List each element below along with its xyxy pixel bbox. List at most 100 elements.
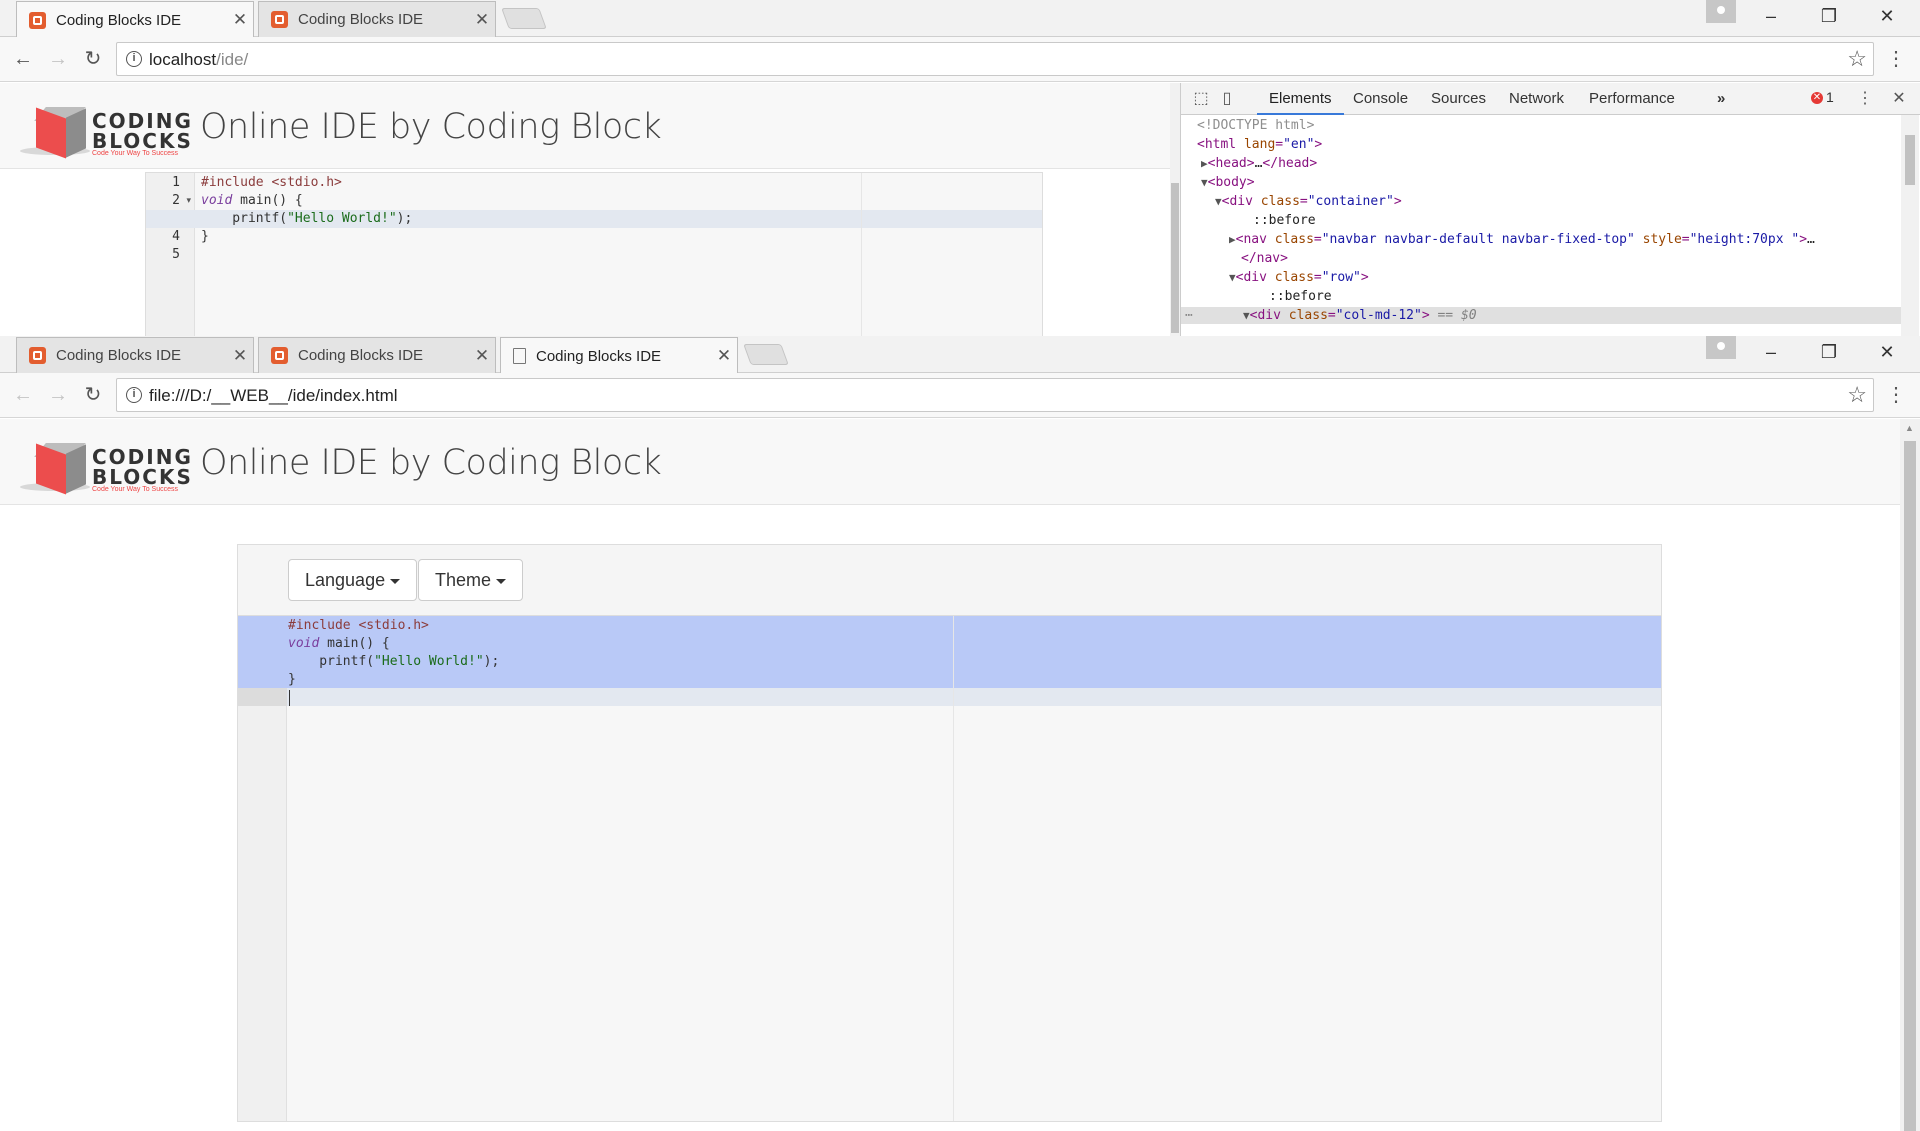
coding-blocks-favicon-icon xyxy=(29,11,46,29)
language-dropdown[interactable]: Language xyxy=(288,559,418,601)
tab-sources[interactable]: Sources xyxy=(1419,83,1498,115)
device-toolbar-icon[interactable]: ▯ xyxy=(1217,89,1237,109)
address-bar[interactable]: i file:///D:/__WEB__/ide/index.html ☆ xyxy=(116,378,1874,412)
close-icon[interactable]: ✕ xyxy=(227,346,253,366)
forward-arrow-icon[interactable]: → xyxy=(45,382,71,408)
dom-node[interactable]: ▶<nav class="navbar navbar-default navba… xyxy=(1229,232,1815,247)
devtools-scrollbar[interactable] xyxy=(1901,115,1919,336)
coding-blocks-logo: CODING BLOCKS Code Your Way To Success xyxy=(20,441,191,495)
ide-panel: Language Theme 1 2 ▾ 3 4 5 #include <std… xyxy=(237,544,1662,1122)
forward-arrow-icon[interactable]: → xyxy=(45,46,71,72)
restore-icon[interactable]: ❐ xyxy=(1800,336,1858,368)
tab-1[interactable]: Coding Blocks IDE ✕ xyxy=(16,337,254,373)
info-icon[interactable]: i xyxy=(126,51,142,67)
tab-1[interactable]: Coding Blocks IDE ✕ xyxy=(16,1,254,38)
page-title: Online IDE by Coding Block xyxy=(200,107,662,147)
more-tabs-icon[interactable]: » xyxy=(1705,83,1737,115)
back-arrow-icon[interactable]: ← xyxy=(10,382,36,408)
dom-node[interactable]: ▼<div class="row"> xyxy=(1229,270,1369,285)
site-header: CODING BLOCKS Code Your Way To Success O… xyxy=(0,83,1170,169)
page-viewport: CODING BLOCKS Code Your Way To Success O… xyxy=(0,83,1170,336)
tab-2[interactable]: Coding Blocks IDE ✕ xyxy=(258,337,496,373)
tab-3[interactable]: Coding Blocks IDE ✕ xyxy=(500,337,738,374)
dom-node[interactable]: ::before xyxy=(1253,213,1316,228)
info-icon[interactable]: i xyxy=(126,387,142,403)
close-window-icon[interactable]: ✕ xyxy=(1858,0,1916,32)
close-icon[interactable]: ✕ xyxy=(227,10,253,30)
scroll-thumb[interactable] xyxy=(1171,183,1179,333)
minimize-icon[interactable]: – xyxy=(1742,336,1800,368)
dom-node[interactable]: </nav> xyxy=(1241,251,1288,266)
minimize-icon[interactable]: – xyxy=(1742,0,1800,32)
tab-title: Coding Blocks IDE xyxy=(56,11,182,29)
dom-node[interactable]: ▶<head>…</head> xyxy=(1201,156,1317,171)
selection-highlight xyxy=(238,616,1661,688)
site-header: CODING BLOCKS Code Your Way To Success O… xyxy=(0,419,1900,505)
fold-arrow-icon[interactable]: ▾ xyxy=(186,195,191,206)
devtools-panel: ⬚ ▯ Elements Console Sources Network Per… xyxy=(1180,83,1920,336)
code-line: } xyxy=(201,229,209,244)
more-menu-icon[interactable]: ⋮ xyxy=(1886,46,1906,72)
dom-node[interactable]: ▼<body> xyxy=(1201,175,1255,190)
profile-icon[interactable] xyxy=(1706,336,1736,359)
reload-icon[interactable]: ↻ xyxy=(80,46,106,72)
error-counter[interactable]: ✕ 1 xyxy=(1811,89,1834,105)
devtools-menu-icon[interactable]: ⋮ xyxy=(1855,89,1875,109)
coding-blocks-favicon-icon xyxy=(271,347,288,364)
tab-title: Coding Blocks IDE xyxy=(56,347,182,364)
browser-toolbar: ← → ↻ i localhost/ide/ ☆ ⋮ xyxy=(0,37,1920,82)
tab-network[interactable]: Network xyxy=(1497,83,1576,115)
dom-node-selected[interactable]: ▼<div class="col-md-12"> == $0 xyxy=(1243,308,1477,323)
address-bar[interactable]: i localhost/ide/ ☆ xyxy=(116,42,1874,76)
reload-icon[interactable]: ↻ xyxy=(80,382,106,408)
browser-window-top: Coding Blocks IDE ✕ Coding Blocks IDE ✕ … xyxy=(0,0,1920,336)
tab-performance[interactable]: Performance xyxy=(1577,83,1687,115)
code-line: void main() { xyxy=(201,193,303,208)
coding-blocks-favicon-icon xyxy=(271,11,288,28)
error-icon: ✕ xyxy=(1811,92,1823,105)
url-text[interactable]: file:///D:/__WEB__/ide/index.html xyxy=(149,386,398,406)
tab-2[interactable]: Coding Blocks IDE ✕ xyxy=(258,1,496,37)
tab-title: Coding Blocks IDE xyxy=(298,347,424,364)
bookmark-star-icon[interactable]: ☆ xyxy=(1847,382,1867,408)
profile-icon[interactable] xyxy=(1706,0,1736,23)
code-line: } xyxy=(288,672,296,687)
dom-node[interactable]: <!DOCTYPE html> xyxy=(1197,118,1314,133)
code-line: printf("Hello World!"); xyxy=(288,654,500,669)
code-editor[interactable]: 1 2 ▾ 3 4 5 #include <stdio.h> void main… xyxy=(238,615,1661,1121)
ellipsis-icon[interactable]: ⋯ xyxy=(1185,308,1193,323)
more-menu-icon[interactable]: ⋮ xyxy=(1886,382,1906,408)
print-margin xyxy=(953,616,954,1121)
page-title: Online IDE by Coding Block xyxy=(200,443,662,483)
url-text[interactable]: localhost/ide/ xyxy=(149,50,248,70)
tab-elements[interactable]: Elements xyxy=(1257,83,1344,115)
caret-down-icon xyxy=(496,578,507,584)
close-icon[interactable]: ✕ xyxy=(469,10,495,30)
new-tab-button[interactable] xyxy=(501,8,547,29)
active-gutter-line xyxy=(238,688,287,706)
code-editor[interactable]: 1 2 ▾ 3 4 5 #include <stdio.h> void main… xyxy=(145,172,1043,336)
scroll-up-arrow-icon[interactable]: ▲ xyxy=(1905,423,1914,433)
dom-node[interactable]: ::before xyxy=(1269,289,1332,304)
close-window-icon[interactable]: ✕ xyxy=(1858,336,1916,368)
close-icon[interactable]: ✕ xyxy=(711,346,737,366)
bookmark-star-icon[interactable]: ☆ xyxy=(1847,46,1867,72)
dom-node[interactable]: <html lang="en"> xyxy=(1197,137,1322,152)
inspect-element-icon[interactable]: ⬚ xyxy=(1191,89,1211,109)
code-line: void main() { xyxy=(288,636,390,651)
devtools-close-icon[interactable]: ✕ xyxy=(1889,89,1909,109)
page-scrollbar[interactable] xyxy=(1170,83,1180,336)
scroll-thumb[interactable] xyxy=(1905,135,1915,185)
tab-console[interactable]: Console xyxy=(1341,83,1420,115)
scroll-thumb[interactable] xyxy=(1904,441,1916,1131)
back-arrow-icon[interactable]: ← xyxy=(10,46,36,72)
code-line: #include <stdio.h> xyxy=(288,618,429,633)
theme-dropdown[interactable]: Theme xyxy=(418,559,524,601)
new-tab-button[interactable] xyxy=(743,344,789,365)
dom-node[interactable]: ▼<div class="container"> xyxy=(1215,194,1402,209)
restore-icon[interactable]: ❐ xyxy=(1800,0,1858,32)
page-scrollbar[interactable]: ▲ xyxy=(1900,419,1920,1131)
devtools-tab-bar: ⬚ ▯ Elements Console Sources Network Per… xyxy=(1181,83,1920,115)
page-viewport: CODING BLOCKS Code Your Way To Success O… xyxy=(0,419,1900,1131)
close-icon[interactable]: ✕ xyxy=(469,346,495,366)
